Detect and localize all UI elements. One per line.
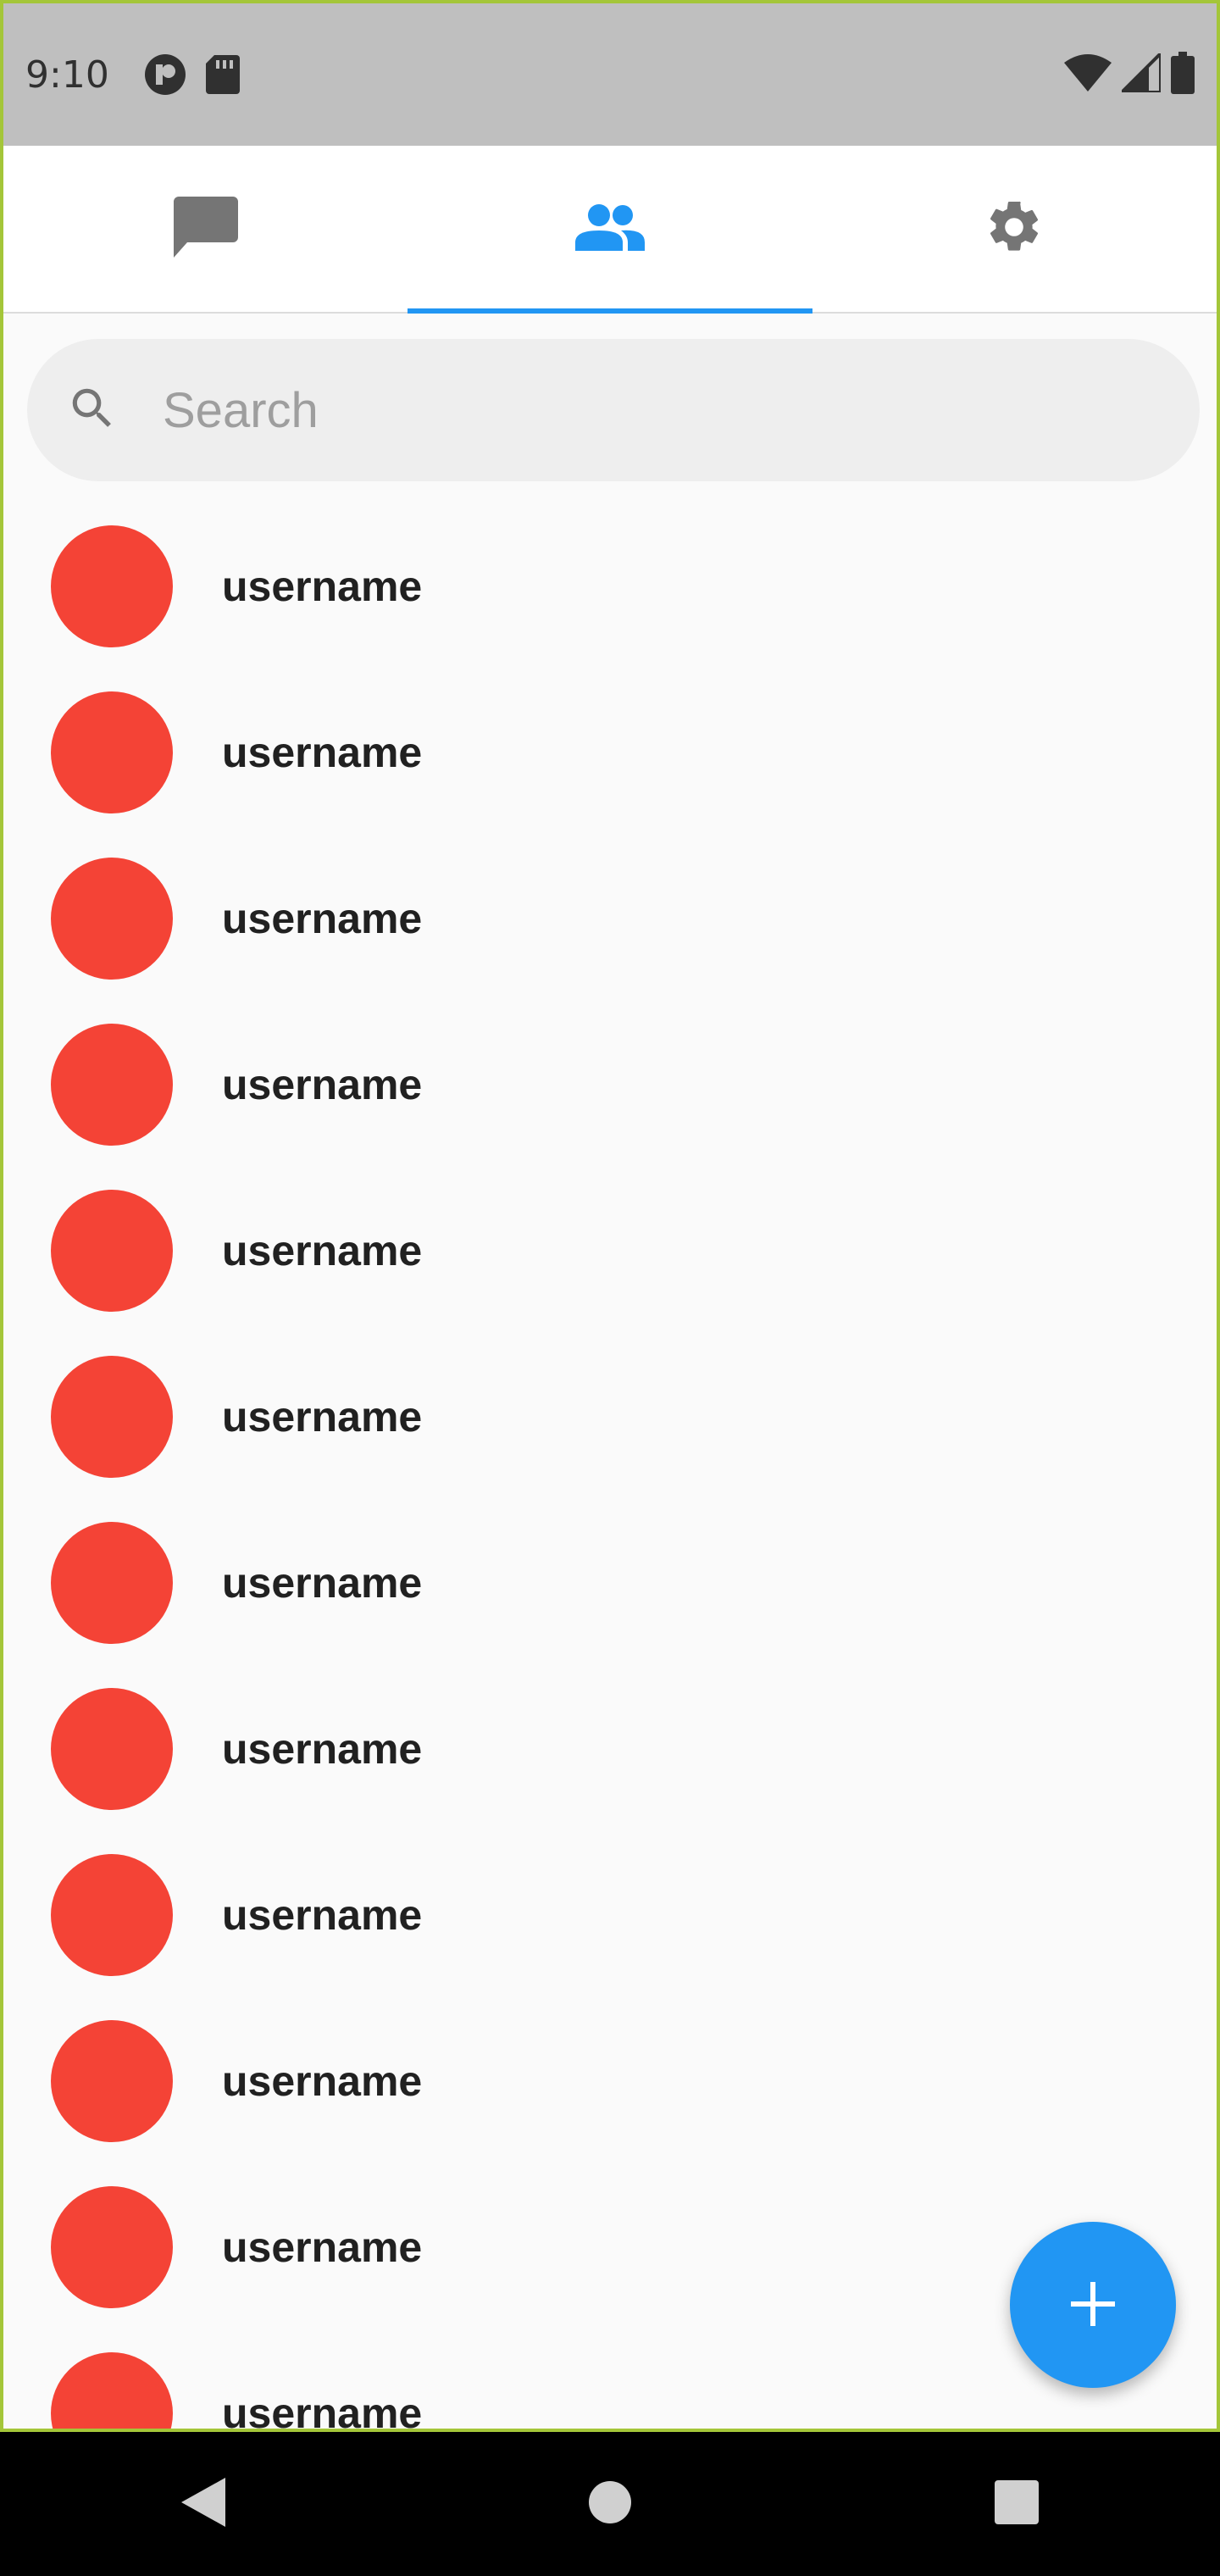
wifi-icon — [1064, 53, 1112, 96]
user-list: username username username username user… — [3, 503, 1217, 2432]
search-icon — [66, 382, 119, 439]
username-label: username — [222, 729, 423, 776]
username-label: username — [222, 1725, 423, 1773]
username-label: username — [222, 1393, 423, 1441]
home-icon — [588, 2480, 632, 2529]
list-item[interactable]: username — [3, 503, 1217, 669]
username-label: username — [222, 1891, 423, 1939]
signal-icon — [1117, 48, 1162, 97]
list-item[interactable]: username — [3, 1832, 1217, 1998]
list-item[interactable]: username — [3, 1500, 1217, 1666]
username-label: username — [222, 1061, 423, 1108]
notification-app-icon — [143, 53, 187, 97]
list-item[interactable]: username — [3, 836, 1217, 1002]
nav-home-button[interactable] — [542, 2453, 678, 2555]
status-right-icons — [1064, 48, 1195, 98]
plus-icon — [1069, 2280, 1117, 2330]
status-time: 9:10 — [25, 53, 109, 97]
list-item[interactable]: username — [3, 1334, 1217, 1500]
avatar — [51, 2186, 173, 2308]
system-nav-bar — [0, 2432, 1220, 2576]
username-label: username — [222, 1559, 423, 1607]
recents-icon — [995, 2479, 1039, 2529]
search-bar[interactable] — [27, 339, 1200, 481]
back-icon — [181, 2477, 225, 2531]
avatar — [51, 525, 173, 647]
username-label: username — [222, 2223, 423, 2271]
sd-card-icon — [205, 55, 240, 94]
avatar — [51, 858, 173, 980]
avatar — [51, 1854, 173, 1976]
chat-icon — [173, 196, 238, 262]
nav-back-button[interactable] — [136, 2453, 271, 2555]
tab-chats[interactable] — [3, 146, 408, 312]
avatar — [51, 1356, 173, 1478]
username-label: username — [222, 895, 423, 942]
tab-settings[interactable] — [812, 146, 1217, 312]
username-label: username — [222, 563, 423, 610]
list-item[interactable]: username — [3, 1998, 1217, 2164]
nav-recents-button[interactable] — [949, 2453, 1084, 2555]
people-icon — [574, 203, 645, 255]
list-item[interactable]: username — [3, 1002, 1217, 1168]
app-frame: 9:10 Search username username username u… — [0, 0, 1220, 2432]
tab-contacts[interactable] — [408, 146, 812, 314]
username-label: username — [222, 2390, 423, 2432]
username-label: username — [222, 2057, 423, 2105]
status-bar: 9:10 — [3, 3, 1217, 146]
avatar — [51, 1522, 173, 1644]
avatar — [51, 1024, 173, 1146]
tab-bar — [3, 146, 1217, 314]
list-item[interactable]: username — [3, 1666, 1217, 1832]
list-item[interactable]: username — [3, 1168, 1217, 1334]
settings-gear-icon — [984, 197, 1045, 262]
list-item[interactable]: username — [3, 669, 1217, 836]
username-label: username — [222, 1227, 423, 1274]
avatar — [51, 691, 173, 813]
battery-icon — [1171, 51, 1195, 98]
search-input[interactable] — [161, 380, 1096, 440]
avatar — [51, 1190, 173, 1312]
add-fab-button[interactable] — [1010, 2222, 1176, 2388]
avatar — [51, 2352, 173, 2429]
avatar — [51, 2020, 173, 2142]
avatar — [51, 1688, 173, 1810]
